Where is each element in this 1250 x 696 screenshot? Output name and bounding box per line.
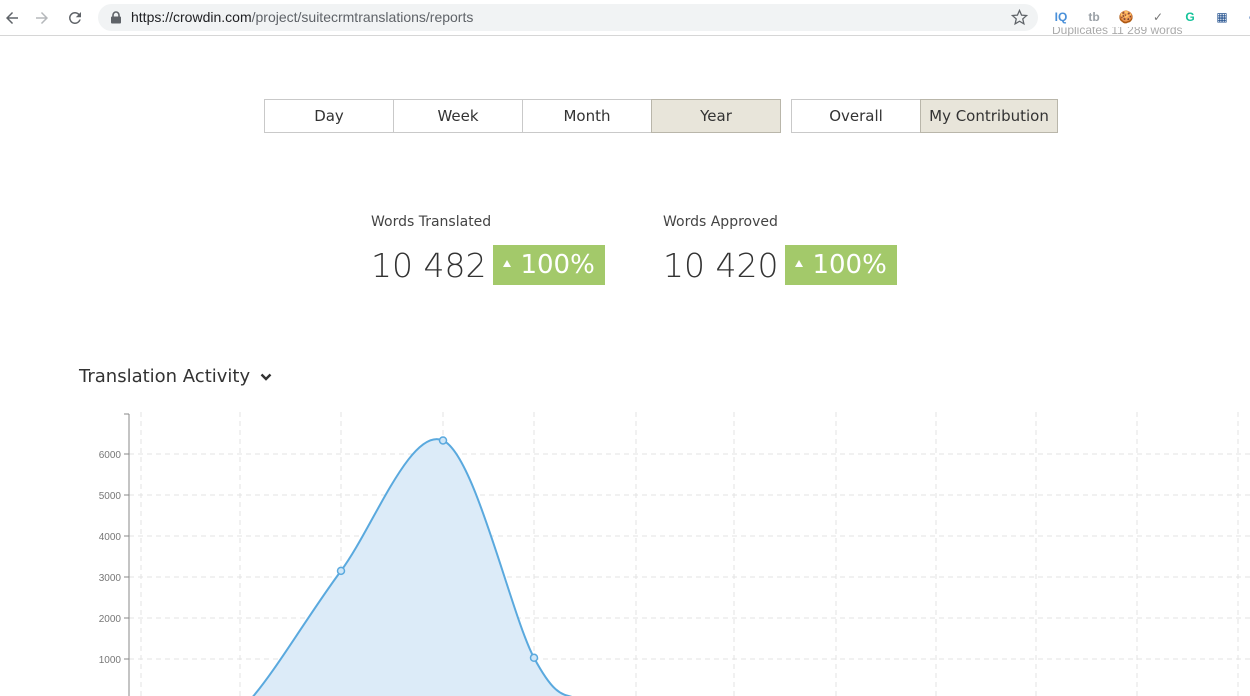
- my-contribution-button[interactable]: My Contribution: [920, 99, 1058, 133]
- up-triangle-icon: [503, 260, 512, 267]
- words-approved-value: 10 420: [663, 245, 779, 285]
- check-icon[interactable]: ✓: [1149, 8, 1167, 26]
- bookmark-star-icon[interactable]: [1011, 9, 1028, 26]
- day-button[interactable]: Day: [264, 99, 394, 133]
- data-point: [438, 436, 448, 445]
- tb-icon[interactable]: tb: [1085, 8, 1103, 26]
- overall-button[interactable]: Overall: [791, 99, 921, 133]
- y-tick-label: 1000: [99, 655, 122, 666]
- board-icon[interactable]: ▦: [1213, 8, 1231, 26]
- y-tick-label: 2000: [99, 614, 122, 625]
- words-translated-value: 10 482: [371, 245, 487, 285]
- section-title: Translation Activity: [79, 366, 251, 387]
- translation-activity-chart: 1000 2000 3000 4000 5000 6000: [99, 412, 1250, 696]
- words-translated-stat: Words Translated 10 482 100%: [371, 214, 605, 285]
- y-tick-label: 6000: [99, 450, 122, 461]
- globe-icon[interactable]: ●: [1243, 8, 1250, 26]
- scope-toggle: Overall My Contribution: [791, 99, 1058, 133]
- address-bar[interactable]: https://crowdin.com/project/suitecrmtran…: [98, 4, 1038, 31]
- reload-icon[interactable]: [63, 6, 87, 30]
- back-icon[interactable]: [0, 6, 24, 30]
- duplicates-text: Duplicates 11 289 words: [1052, 27, 1183, 36]
- words-approved-label: Words Approved: [663, 214, 778, 230]
- y-tick-label: 5000: [99, 491, 122, 502]
- words-approved-stat: Words Approved 10 420 100%: [663, 214, 897, 285]
- translation-activity-dropdown[interactable]: Translation Activity: [79, 366, 272, 387]
- month-button[interactable]: Month: [522, 99, 652, 133]
- cookie-icon[interactable]: 🍪: [1117, 8, 1135, 26]
- chevron-down-icon: [260, 373, 272, 381]
- y-tick-label: 3000: [99, 573, 122, 584]
- lock-icon: [111, 11, 121, 24]
- y-tick-label: 4000: [99, 532, 122, 543]
- grammarly-icon[interactable]: G: [1181, 8, 1199, 26]
- url-text: https://crowdin.com/project/suitecrmtran…: [131, 9, 474, 25]
- words-translated-label: Words Translated: [371, 214, 492, 230]
- iq-icon[interactable]: IQ: [1052, 8, 1070, 26]
- data-point: [336, 566, 346, 576]
- words-translated-change-badge: 100%: [493, 245, 605, 285]
- forward-icon[interactable]: [30, 6, 54, 30]
- words-approved-change-badge: 100%: [785, 245, 897, 285]
- week-button[interactable]: Week: [393, 99, 523, 133]
- year-button[interactable]: Year: [651, 99, 781, 133]
- up-triangle-icon: [795, 260, 804, 267]
- period-toggle: Day Week Month Year: [264, 99, 781, 133]
- data-point: [529, 653, 539, 663]
